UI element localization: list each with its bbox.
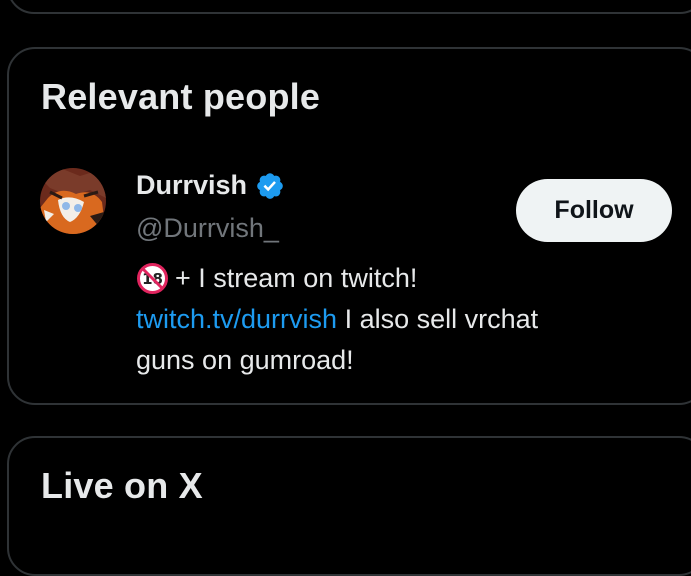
bio-text-1: + I stream on twitch!	[175, 263, 418, 293]
name-row[interactable]: Durrvish	[136, 170, 285, 201]
follow-button[interactable]: Follow	[516, 179, 672, 242]
bio-line-2: twitch.tv/durrvish I also sell vrchat	[136, 299, 636, 340]
user-handle[interactable]: @Durrvish_	[136, 213, 279, 244]
bio-text-3: guns on gumroad!	[136, 345, 354, 375]
verified-badge-icon	[255, 171, 285, 201]
live-on-x-title: Live on X	[41, 465, 203, 506]
bio-line-1: 18 + I stream on twitch!	[136, 258, 636, 299]
relevant-people-title: Relevant people	[41, 76, 321, 117]
previous-card	[7, 0, 691, 14]
user-bio: 18 + I stream on twitch! twitch.tv/durrv…	[136, 258, 636, 381]
twitch-link[interactable]: twitch.tv/durrvish	[136, 299, 337, 340]
display-name[interactable]: Durrvish	[136, 170, 247, 201]
bio-line-3: guns on gumroad!	[136, 340, 636, 381]
bio-text-2: I also sell vrchat	[337, 304, 539, 334]
avatar[interactable]	[40, 168, 106, 234]
no-under-18-icon: 18	[136, 262, 169, 295]
